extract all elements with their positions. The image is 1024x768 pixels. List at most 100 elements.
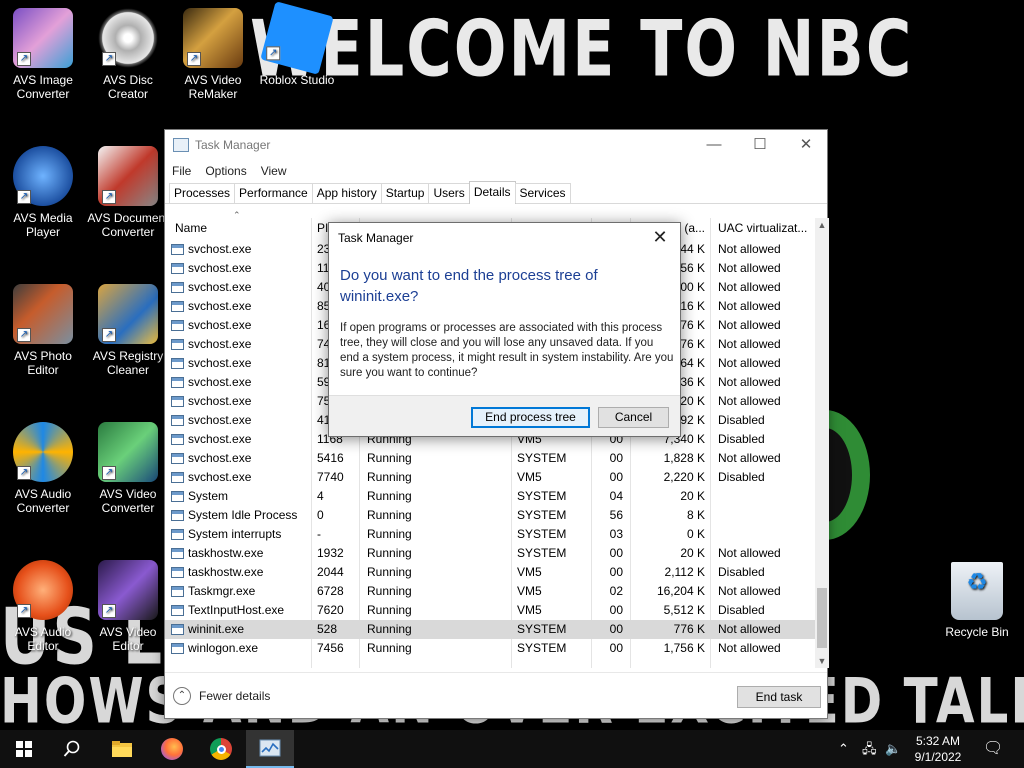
- status-cell: Running: [367, 584, 412, 598]
- pid-cell: 6728: [317, 584, 344, 598]
- status-cell: Running: [367, 489, 412, 503]
- fewer-details-label: Fewer details: [199, 689, 271, 703]
- desktop-icon-label: AVS Document Converter: [87, 211, 169, 239]
- tab-startup[interactable]: Startup: [380, 183, 430, 203]
- search-button[interactable]: [48, 730, 96, 768]
- table-row[interactable]: TextInputHost.exe 7620 Running VM5 00 5,512 K…: [165, 601, 815, 620]
- recycle-bin-icon: ♻: [951, 562, 1003, 620]
- tab-processes[interactable]: Processes: [169, 183, 236, 203]
- tab-users[interactable]: Users: [428, 183, 470, 203]
- user-name-cell: SYSTEM: [517, 527, 567, 541]
- shortcut-arrow-icon: ↗: [102, 52, 116, 66]
- table-row[interactable]: svchost.exe 7740 Running VM5 00 2,220 K Disabl…: [165, 468, 815, 487]
- folder-icon: [112, 741, 132, 757]
- vertical-scrollbar[interactable]: ▲ ▼: [815, 218, 829, 668]
- column-header-name[interactable]: Name: [171, 218, 311, 240]
- taskbar-chrome[interactable]: [197, 730, 245, 768]
- process-name-cell: taskhostw.exe: [188, 546, 264, 560]
- cpu-cell: 00: [609, 470, 623, 484]
- process-name-cell: wininit.exe: [188, 622, 245, 636]
- desktop-icon-avs-image-converter[interactable]: ↗ AVS Image Converter: [0, 8, 86, 101]
- uac-virtualization-cell: Not allowed: [718, 584, 781, 598]
- desktop-icon-avs-media-player[interactable]: ↗ AVS Media Player: [0, 146, 86, 239]
- memory-cell: 16,204 K: [656, 584, 705, 598]
- table-row[interactable]: winlogon.exe 7456 Running SYSTEM 00 1,756 K No…: [165, 639, 815, 658]
- title-bar[interactable]: Task Manager — ☐ ✕: [165, 130, 827, 160]
- user-name-cell: SYSTEM: [517, 622, 567, 636]
- table-row[interactable]: System 4 Running SYSTEM 04 20 K: [165, 487, 815, 506]
- desktop-icon-label: AVS Media Player: [13, 211, 73, 239]
- desktop-icon-recycle-bin[interactable]: ♻ Recycle Bin: [934, 562, 1020, 639]
- pid-cell: 4: [317, 489, 324, 503]
- shortcut-arrow-icon: ↗: [17, 328, 31, 342]
- desktop-icon-label: Recycle Bin: [945, 625, 1009, 639]
- table-row[interactable]: svchost.exe 5416 Running SYSTEM 00 1,828 K Not…: [165, 449, 815, 468]
- desktop-icon-avs-video-converter[interactable]: ↗ AVS Video Converter: [85, 422, 171, 515]
- desktop-icon-avs-audio-editor[interactable]: ↗ AVS Audio Editor: [0, 560, 86, 653]
- cpu-cell: 00: [609, 546, 623, 560]
- tab-performance[interactable]: Performance: [234, 183, 313, 203]
- tab-details[interactable]: Details: [468, 181, 516, 204]
- process-name-cell: System Idle Process: [188, 508, 298, 522]
- desktop-icon-avs-video-remaker[interactable]: ↗ AVS Video ReMaker: [170, 8, 256, 101]
- status-cell: Running: [367, 508, 412, 522]
- taskbar-file-explorer[interactable]: [98, 730, 146, 768]
- uac-virtualization-cell: Disabled: [718, 565, 765, 579]
- process-name-cell: winlogon.exe: [188, 641, 259, 655]
- fewer-details-toggle[interactable]: ⌃ Fewer details: [173, 687, 270, 705]
- process-name-cell: svchost.exe: [188, 318, 252, 332]
- desktop-icon-avs-disc-creator[interactable]: ↗ AVS Disc Creator: [85, 8, 171, 101]
- uac-virtualization-cell: Disabled: [718, 432, 765, 446]
- shortcut-arrow-icon: ↗: [17, 52, 31, 66]
- process-name-cell: taskhostw.exe: [188, 565, 264, 579]
- memory-cell: 776 K: [673, 622, 705, 636]
- cancel-button[interactable]: Cancel: [598, 407, 669, 428]
- notification-center-icon[interactable]: 🗨: [983, 730, 1003, 768]
- desktop-icon-label: AVS Video Editor: [99, 625, 157, 653]
- desktop-icon-avs-audio-converter[interactable]: ↗ AVS Audio Converter: [0, 422, 86, 515]
- desktop-icon-avs-photo-editor[interactable]: ↗ AVS Photo Editor: [0, 284, 86, 377]
- avs-video-editor-icon: ↗: [98, 560, 158, 620]
- cpu-cell: 00: [609, 451, 623, 465]
- desktop-icon-avs-registry-cleaner[interactable]: ↗ AVS Registry Cleaner: [85, 284, 171, 377]
- pid-cell: 0: [317, 508, 324, 522]
- close-button[interactable]: ✕: [783, 130, 829, 160]
- taskbar-task-manager[interactable]: [246, 730, 294, 768]
- table-row[interactable]: wininit.exe 528 Running SYSTEM 00 776 K Not al…: [165, 620, 815, 639]
- menu-options[interactable]: Options: [205, 164, 246, 178]
- tab-services[interactable]: Services: [514, 183, 571, 203]
- column-header-uac-virtualization[interactable]: UAC virtualizat...: [718, 218, 813, 240]
- desktop-icon-roblox-studio[interactable]: ↗ Roblox Studio: [254, 1, 340, 87]
- maximize-button[interactable]: ☐: [737, 130, 783, 160]
- desktop-icon-label: AVS Video ReMaker: [184, 73, 242, 101]
- scroll-down-arrow-icon[interactable]: ▼: [815, 654, 829, 668]
- taskbar-firefox[interactable]: [148, 730, 196, 768]
- show-hidden-icons-chevron-icon[interactable]: ⌃: [838, 730, 849, 768]
- table-row[interactable]: System Idle Process 0 Running SYSTEM 56 8 K: [165, 506, 815, 525]
- table-row[interactable]: taskhostw.exe 1932 Running SYSTEM 00 20 K Not …: [165, 544, 815, 563]
- dialog-close-icon[interactable]: ✕: [648, 227, 672, 248]
- tab-app-history[interactable]: App history: [311, 183, 382, 203]
- end-process-tree-button[interactable]: End process tree: [471, 407, 590, 428]
- start-button[interactable]: [0, 730, 48, 768]
- volume-icon[interactable]: 🔈: [885, 730, 901, 768]
- memory-cell: 2,112 K: [664, 565, 705, 579]
- menu-file[interactable]: File: [172, 164, 191, 178]
- desktop-icon-avs-document-converter[interactable]: ↗ AVS Document Converter: [85, 146, 171, 239]
- end-task-button[interactable]: End task: [737, 686, 821, 708]
- taskbar-clock[interactable]: 5:32 AM 9/1/2022: [905, 733, 971, 765]
- scrollbar-thumb[interactable]: [817, 588, 827, 648]
- table-row[interactable]: taskhostw.exe 2044 Running VM5 00 2,112 K Disa…: [165, 563, 815, 582]
- network-icon[interactable]: 🖧: [862, 730, 877, 768]
- scroll-up-arrow-icon[interactable]: ▲: [815, 218, 829, 232]
- process-name-cell: svchost.exe: [188, 451, 252, 465]
- cpu-cell: 03: [609, 527, 623, 541]
- desktop-icon-avs-video-editor[interactable]: ↗ AVS Video Editor: [85, 560, 171, 653]
- chrome-icon: [210, 738, 232, 760]
- memory-cell: 2,220 K: [663, 470, 705, 484]
- menu-bar: File Options View: [165, 160, 827, 182]
- table-row[interactable]: System interrupts - Running SYSTEM 03 0 K: [165, 525, 815, 544]
- minimize-button[interactable]: —: [691, 130, 737, 160]
- table-row[interactable]: Taskmgr.exe 6728 Running VM5 02 16,204 K Not a…: [165, 582, 815, 601]
- menu-view[interactable]: View: [261, 164, 287, 178]
